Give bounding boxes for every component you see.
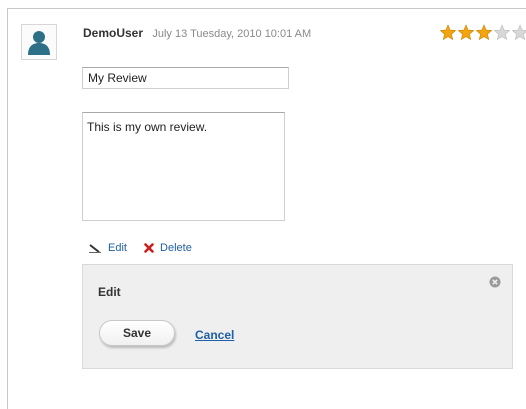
- edit-panel-title: Edit: [98, 285, 121, 299]
- save-button[interactable]: Save: [99, 320, 175, 346]
- star-rating: [439, 24, 526, 42]
- pencil-icon: [89, 244, 101, 253]
- review-actions: Edit Delete: [88, 242, 206, 256]
- review-header: DemoUser July 13 Tuesday, 2010 10:01 AM: [83, 26, 311, 40]
- edit-panel: Edit Save Cancel: [82, 264, 513, 369]
- edit-link[interactable]: Edit: [88, 242, 127, 254]
- edit-label: Edit: [108, 242, 127, 254]
- review-body-field[interactable]: This is my own review.: [82, 112, 285, 221]
- star-rating-graphic: [439, 24, 526, 41]
- star-icon-filled[interactable]: [457, 24, 475, 41]
- x-icon: [144, 243, 154, 253]
- username[interactable]: DemoUser: [83, 26, 143, 40]
- cancel-link[interactable]: Cancel: [195, 328, 234, 342]
- review-title-field[interactable]: My Review: [82, 67, 289, 89]
- star-icon-filled[interactable]: [439, 24, 457, 41]
- review-timestamp: July 13 Tuesday, 2010 10:01 AM: [152, 28, 312, 40]
- user-avatar-icon: [28, 31, 50, 55]
- star-icon-filled[interactable]: [475, 24, 493, 41]
- star-icon-empty[interactable]: [511, 24, 526, 41]
- close-icon[interactable]: [489, 275, 501, 288]
- delete-link[interactable]: Delete: [144, 242, 192, 254]
- avatar: [21, 24, 57, 60]
- delete-label: Delete: [160, 242, 192, 254]
- star-icon-empty[interactable]: [493, 24, 511, 41]
